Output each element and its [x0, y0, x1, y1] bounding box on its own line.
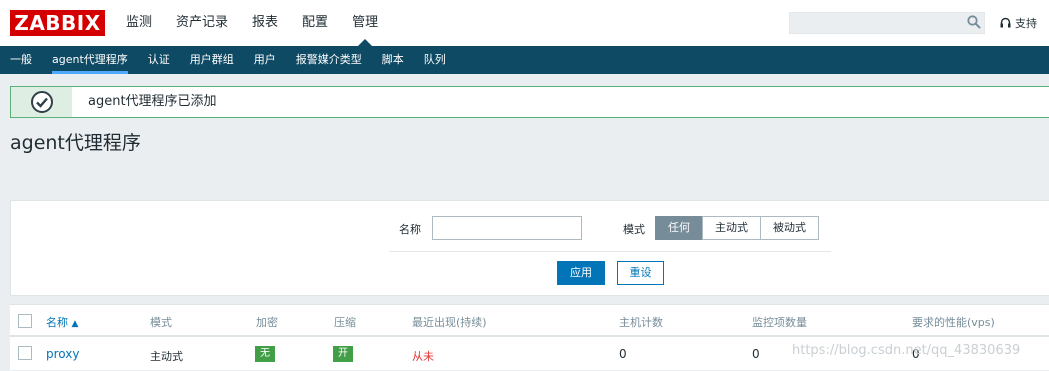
- sub-nav: 一般 agent代理程序 认证 用户群组 用户 报警媒介类型 脚本 队列: [0, 46, 1049, 74]
- item-count-value: 0: [752, 347, 760, 361]
- headset-icon: [1000, 17, 1011, 28]
- sub-nav-users[interactable]: 用户: [244, 46, 286, 74]
- reset-button[interactable]: 重设: [617, 261, 664, 285]
- top-header: ZABBIX 监测 资产记录 报表 配置 管理 支持: [0, 0, 1049, 46]
- sub-nav-user-groups[interactable]: 用户群组: [180, 46, 244, 74]
- column-host-count: 主机计数: [619, 316, 663, 329]
- last-seen-value: 从未: [412, 350, 434, 363]
- mode-option-active[interactable]: 主动式: [702, 216, 761, 240]
- main-nav: 监测 资产记录 报表 配置 管理: [126, 0, 402, 46]
- sub-nav-proxies[interactable]: agent代理程序: [42, 46, 138, 74]
- search-input[interactable]: [789, 12, 985, 34]
- apply-button[interactable]: 应用: [557, 261, 605, 285]
- page-title: agent代理程序: [10, 132, 141, 154]
- search-icon[interactable]: [967, 15, 981, 29]
- message-text: agent代理程序已添加: [88, 94, 217, 109]
- support-label: 支持: [1015, 17, 1037, 30]
- filter-divider: [389, 251, 831, 252]
- zabbix-logo[interactable]: ZABBIX: [10, 10, 105, 36]
- main-nav-monitoring[interactable]: 监测: [126, 0, 152, 46]
- filter-panel: 名称 模式 任何 主动式 被动式 应用 重设: [10, 200, 1049, 296]
- sub-nav-general[interactable]: 一般: [0, 46, 42, 74]
- proxies-table: 名称 ▲ 模式 加密 压缩 最近出现(持续) 主机计数 监控项数量 要求的性能(…: [10, 304, 1049, 370]
- column-name-label: 名称: [46, 316, 68, 329]
- sub-nav-media-types[interactable]: 报警媒介类型: [286, 46, 372, 74]
- column-name[interactable]: 名称 ▲: [46, 314, 78, 330]
- select-all-checkbox[interactable]: [18, 314, 32, 328]
- main-nav-inventory[interactable]: 资产记录: [176, 0, 228, 46]
- proxy-name-link[interactable]: proxy: [46, 347, 79, 361]
- mode-option-any[interactable]: 任何: [655, 216, 703, 240]
- name-filter-input[interactable]: [432, 216, 582, 240]
- success-message: agent代理程序已添加: [10, 86, 1049, 118]
- column-item-count: 监控项数量: [752, 316, 807, 329]
- sub-nav-scripts[interactable]: 脚本: [372, 46, 414, 74]
- column-encryption: 加密: [256, 316, 278, 329]
- sort-asc-icon: ▲: [71, 319, 79, 329]
- proxy-mode: 主动式: [150, 350, 183, 363]
- column-mode: 模式: [150, 316, 172, 329]
- mode-segmented-control: 任何 主动式 被动式: [655, 216, 819, 240]
- main-nav-administration[interactable]: 管理: [352, 0, 378, 46]
- column-last-seen: 最近出现(持续): [412, 316, 487, 329]
- table-header: 名称 ▲ 模式 加密 压缩 最近出现(持续) 主机计数 监控项数量 要求的性能(…: [10, 305, 1049, 337]
- check-circle-icon: [31, 91, 53, 113]
- sub-nav-queue[interactable]: 队列: [414, 46, 456, 74]
- compression-badge: 开: [333, 346, 353, 362]
- main-nav-reports[interactable]: 报表: [252, 0, 278, 46]
- watermark: https://blog.csdn.net/qq_43830639: [792, 343, 1021, 358]
- mode-filter-label: 模式: [623, 223, 645, 236]
- message-icon-box: [10, 87, 72, 117]
- column-compression: 压缩: [334, 316, 356, 329]
- column-required-performance: 要求的性能(vps): [912, 316, 995, 329]
- encryption-badge: 无: [255, 346, 275, 362]
- name-filter-label: 名称: [399, 223, 421, 236]
- sub-nav-authentication[interactable]: 认证: [138, 46, 180, 74]
- mode-option-passive[interactable]: 被动式: [760, 216, 819, 240]
- host-count-value: 0: [619, 347, 627, 361]
- main-nav-configuration[interactable]: 配置: [302, 0, 328, 46]
- support-link[interactable]: 支持: [1000, 15, 1037, 31]
- row-checkbox[interactable]: [18, 346, 32, 360]
